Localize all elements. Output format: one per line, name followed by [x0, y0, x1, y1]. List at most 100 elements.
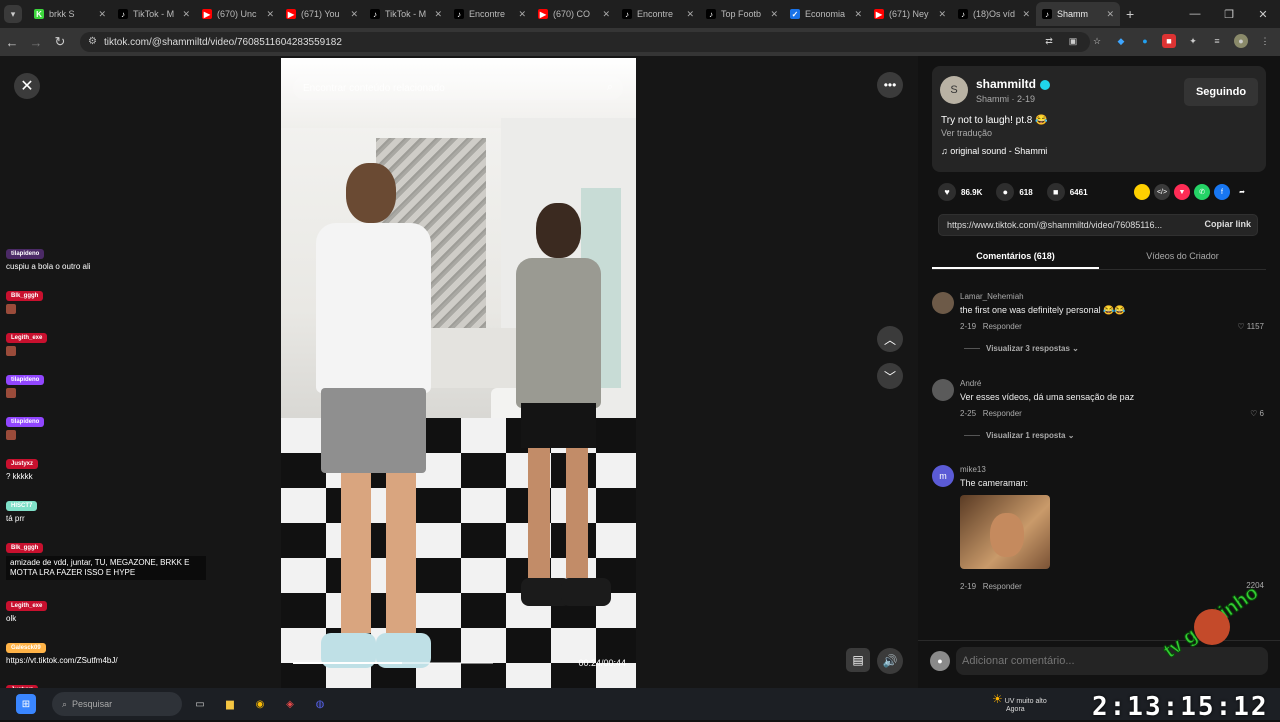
weather-widget[interactable]: ☀ UV muito alto Agora — [992, 692, 1047, 713]
bookmark-star-icon[interactable]: ☆ — [1090, 34, 1104, 48]
whatsapp-icon[interactable]: ✆ — [1194, 184, 1210, 200]
close-window-icon[interactable]: ✕ — [1246, 8, 1280, 21]
maximize-icon[interactable]: ❐ — [1212, 8, 1246, 21]
browser-tab[interactable]: ♪ Shamm ✕ — [1036, 2, 1120, 26]
extension-round-icon[interactable]: ● — [1138, 34, 1152, 48]
extension-red-icon[interactable]: ■ — [1162, 34, 1176, 48]
browser-tab[interactable]: Kbrkk S ✕ — [28, 2, 112, 26]
reply-button[interactable]: Responder — [983, 582, 1022, 591]
minimize-icon[interactable]: — — [1178, 8, 1212, 20]
profile-avatar[interactable]: ● — [1234, 34, 1248, 48]
volume-icon[interactable]: 🔊 — [877, 648, 903, 674]
tab-close-icon[interactable]: ✕ — [602, 9, 610, 20]
comment-like-button[interactable]: ♡ 6 — [1250, 409, 1264, 418]
forward-icon[interactable]: → — [24, 35, 48, 50]
url-field[interactable]: ⚙ tiktok.com/@shammiltd/video/7608511604… — [80, 32, 1090, 52]
browser-tab[interactable]: ♪ Top Footb ✕ — [700, 2, 784, 26]
view-replies-button[interactable]: Visualizar 1 resposta ⌄ — [964, 431, 1074, 440]
file-explorer-icon[interactable]: ▆ — [220, 694, 240, 714]
new-tab-button[interactable]: + — [1126, 6, 1134, 22]
discord-icon[interactable]: ◍ — [310, 694, 330, 714]
cast-icon[interactable]: ▣ — [1066, 34, 1080, 48]
tab-close-icon[interactable]: ✕ — [182, 9, 190, 20]
search-icon[interactable]: ⌕ — [607, 81, 613, 94]
tab-search-button[interactable]: ▾ — [4, 5, 22, 23]
reading-list-icon[interactable]: ≡ — [1210, 34, 1224, 48]
browser-tab[interactable]: ▶ (670) CO ✕ — [532, 2, 616, 26]
see-translation-link[interactable]: Ver tradução — [941, 128, 992, 138]
video-player[interactable]: Encontrar conteúdo relacionado ⌕ 00:24/0… — [281, 58, 636, 688]
app-icon[interactable]: ◈ — [280, 694, 300, 714]
tab-close-icon[interactable]: ✕ — [1106, 9, 1114, 20]
tab-close-icon[interactable]: ✕ — [770, 9, 778, 20]
reply-button[interactable]: Responder — [983, 409, 1022, 418]
tab-close-icon[interactable]: ✕ — [350, 9, 358, 20]
browser-tab[interactable]: ▶ (671) Ney ✕ — [868, 2, 952, 26]
facebook-icon[interactable]: f — [1214, 184, 1230, 200]
previous-video-chevron-up-icon[interactable]: ︿ — [877, 326, 903, 352]
extensions-puzzle-icon[interactable]: ✦ — [1186, 34, 1200, 48]
close-icon[interactable]: ✕ — [14, 73, 40, 99]
commenter-name[interactable]: mike13 — [960, 465, 986, 474]
tab-close-icon[interactable]: ✕ — [434, 9, 442, 20]
extension-blue-icon[interactable]: ◆ — [1114, 34, 1128, 48]
browser-tab[interactable]: ▶ (670) Unc ✕ — [196, 2, 280, 26]
tab-comments[interactable]: Comentários (618) — [932, 244, 1099, 269]
sound-link[interactable]: ♫ original sound - Shammi — [941, 146, 1047, 156]
tab-close-icon[interactable]: ✕ — [938, 9, 946, 20]
author-handle[interactable]: shammiltd — [976, 77, 1051, 91]
tabs-container: Kbrkk S ✕ ♪ TikTok - M ✕ ▶ (670) Unc ✕ ▶ (671) Yo… — [28, 2, 1120, 26]
chat-message: Justyxz ? kkkkk — [6, 458, 39, 482]
reply-button[interactable]: Responder — [983, 322, 1022, 331]
browser-tab[interactable]: ♪ TikTok - M ✕ — [112, 2, 196, 26]
tab-close-icon[interactable]: ✕ — [686, 9, 694, 20]
more-options-icon[interactable]: ••• — [877, 72, 903, 98]
comments-button[interactable]: ● 618 — [996, 183, 1033, 201]
tab-close-icon[interactable]: ✕ — [1022, 9, 1030, 20]
tab-close-icon[interactable]: ✕ — [98, 9, 106, 20]
task-view-icon[interactable]: ▭ — [190, 694, 210, 714]
like-button[interactable]: ♥ 86.9K — [938, 183, 982, 201]
browser-tab[interactable]: ♪ (18)Os víd ✕ — [952, 2, 1036, 26]
tab-close-icon[interactable]: ✕ — [854, 9, 862, 20]
translate-icon[interactable]: ⇄ — [1042, 34, 1056, 48]
commenter-avatar[interactable]: m — [932, 465, 954, 487]
menu-dots-icon[interactable]: ⋮ — [1258, 34, 1272, 48]
commenter-avatar[interactable] — [932, 379, 954, 401]
tab-creator-videos[interactable]: Vídeos do Criador — [1099, 244, 1266, 269]
windows-start-icon[interactable]: ⊞ — [16, 694, 36, 714]
browser-tab[interactable]: ♪ TikTok - M ✕ — [364, 2, 448, 26]
video-progress-bar[interactable] — [293, 662, 493, 664]
site-info-icon[interactable]: ⚙ — [88, 36, 97, 47]
following-button[interactable]: Seguindo — [1184, 78, 1258, 106]
emoji-share-icon[interactable] — [1134, 184, 1150, 200]
reload-icon[interactable]: ↻ — [48, 34, 72, 50]
tab-title: Encontre — [469, 9, 506, 19]
browser-tab[interactable]: ♪ Encontre ✕ — [448, 2, 532, 26]
floating-player-icon[interactable]: ▤ — [846, 648, 870, 672]
browser-tab[interactable]: ✓ Economia ✕ — [784, 2, 868, 26]
related-search-input[interactable]: Encontrar conteúdo relacionado ⌕ — [293, 76, 623, 100]
commenter-name[interactable]: André — [960, 379, 981, 388]
browser-tab[interactable]: ♪ Encontre ✕ — [616, 2, 700, 26]
share-arrow-icon[interactable]: ➦ — [1234, 184, 1250, 200]
browser-tab[interactable]: ▶ (671) You ✕ — [280, 2, 364, 26]
author-avatar[interactable]: S — [940, 76, 968, 104]
tab-close-icon[interactable]: ✕ — [518, 9, 526, 20]
copy-link-button[interactable]: Copiar link — [1204, 219, 1251, 229]
next-video-chevron-down-icon[interactable]: ﹀ — [877, 363, 903, 389]
commenter-name[interactable]: Lamar_Nehemiah — [960, 292, 1024, 301]
commenter-avatar[interactable] — [932, 292, 954, 314]
comment-image[interactable] — [960, 495, 1050, 569]
video-link-field[interactable]: https://www.tiktok.com/@shammiltd/video/… — [938, 214, 1258, 236]
chat-text: cuspiu a bola o outro ali — [6, 262, 91, 271]
embed-code-icon[interactable]: </> — [1154, 184, 1170, 200]
chrome-icon[interactable]: ◉ — [250, 694, 270, 714]
tab-close-icon[interactable]: ✕ — [266, 9, 274, 20]
save-button[interactable]: ■ 6461 — [1046, 183, 1088, 201]
comment-like-button[interactable]: ♡ 1157 — [1237, 322, 1264, 331]
taskbar-search[interactable]: ⌕ Pesquisar — [52, 692, 182, 716]
view-replies-button[interactable]: Visualizar 3 respostas ⌄ — [964, 344, 1079, 353]
back-icon[interactable]: ← — [0, 35, 24, 50]
send-icon[interactable]: ▼ — [1174, 184, 1190, 200]
